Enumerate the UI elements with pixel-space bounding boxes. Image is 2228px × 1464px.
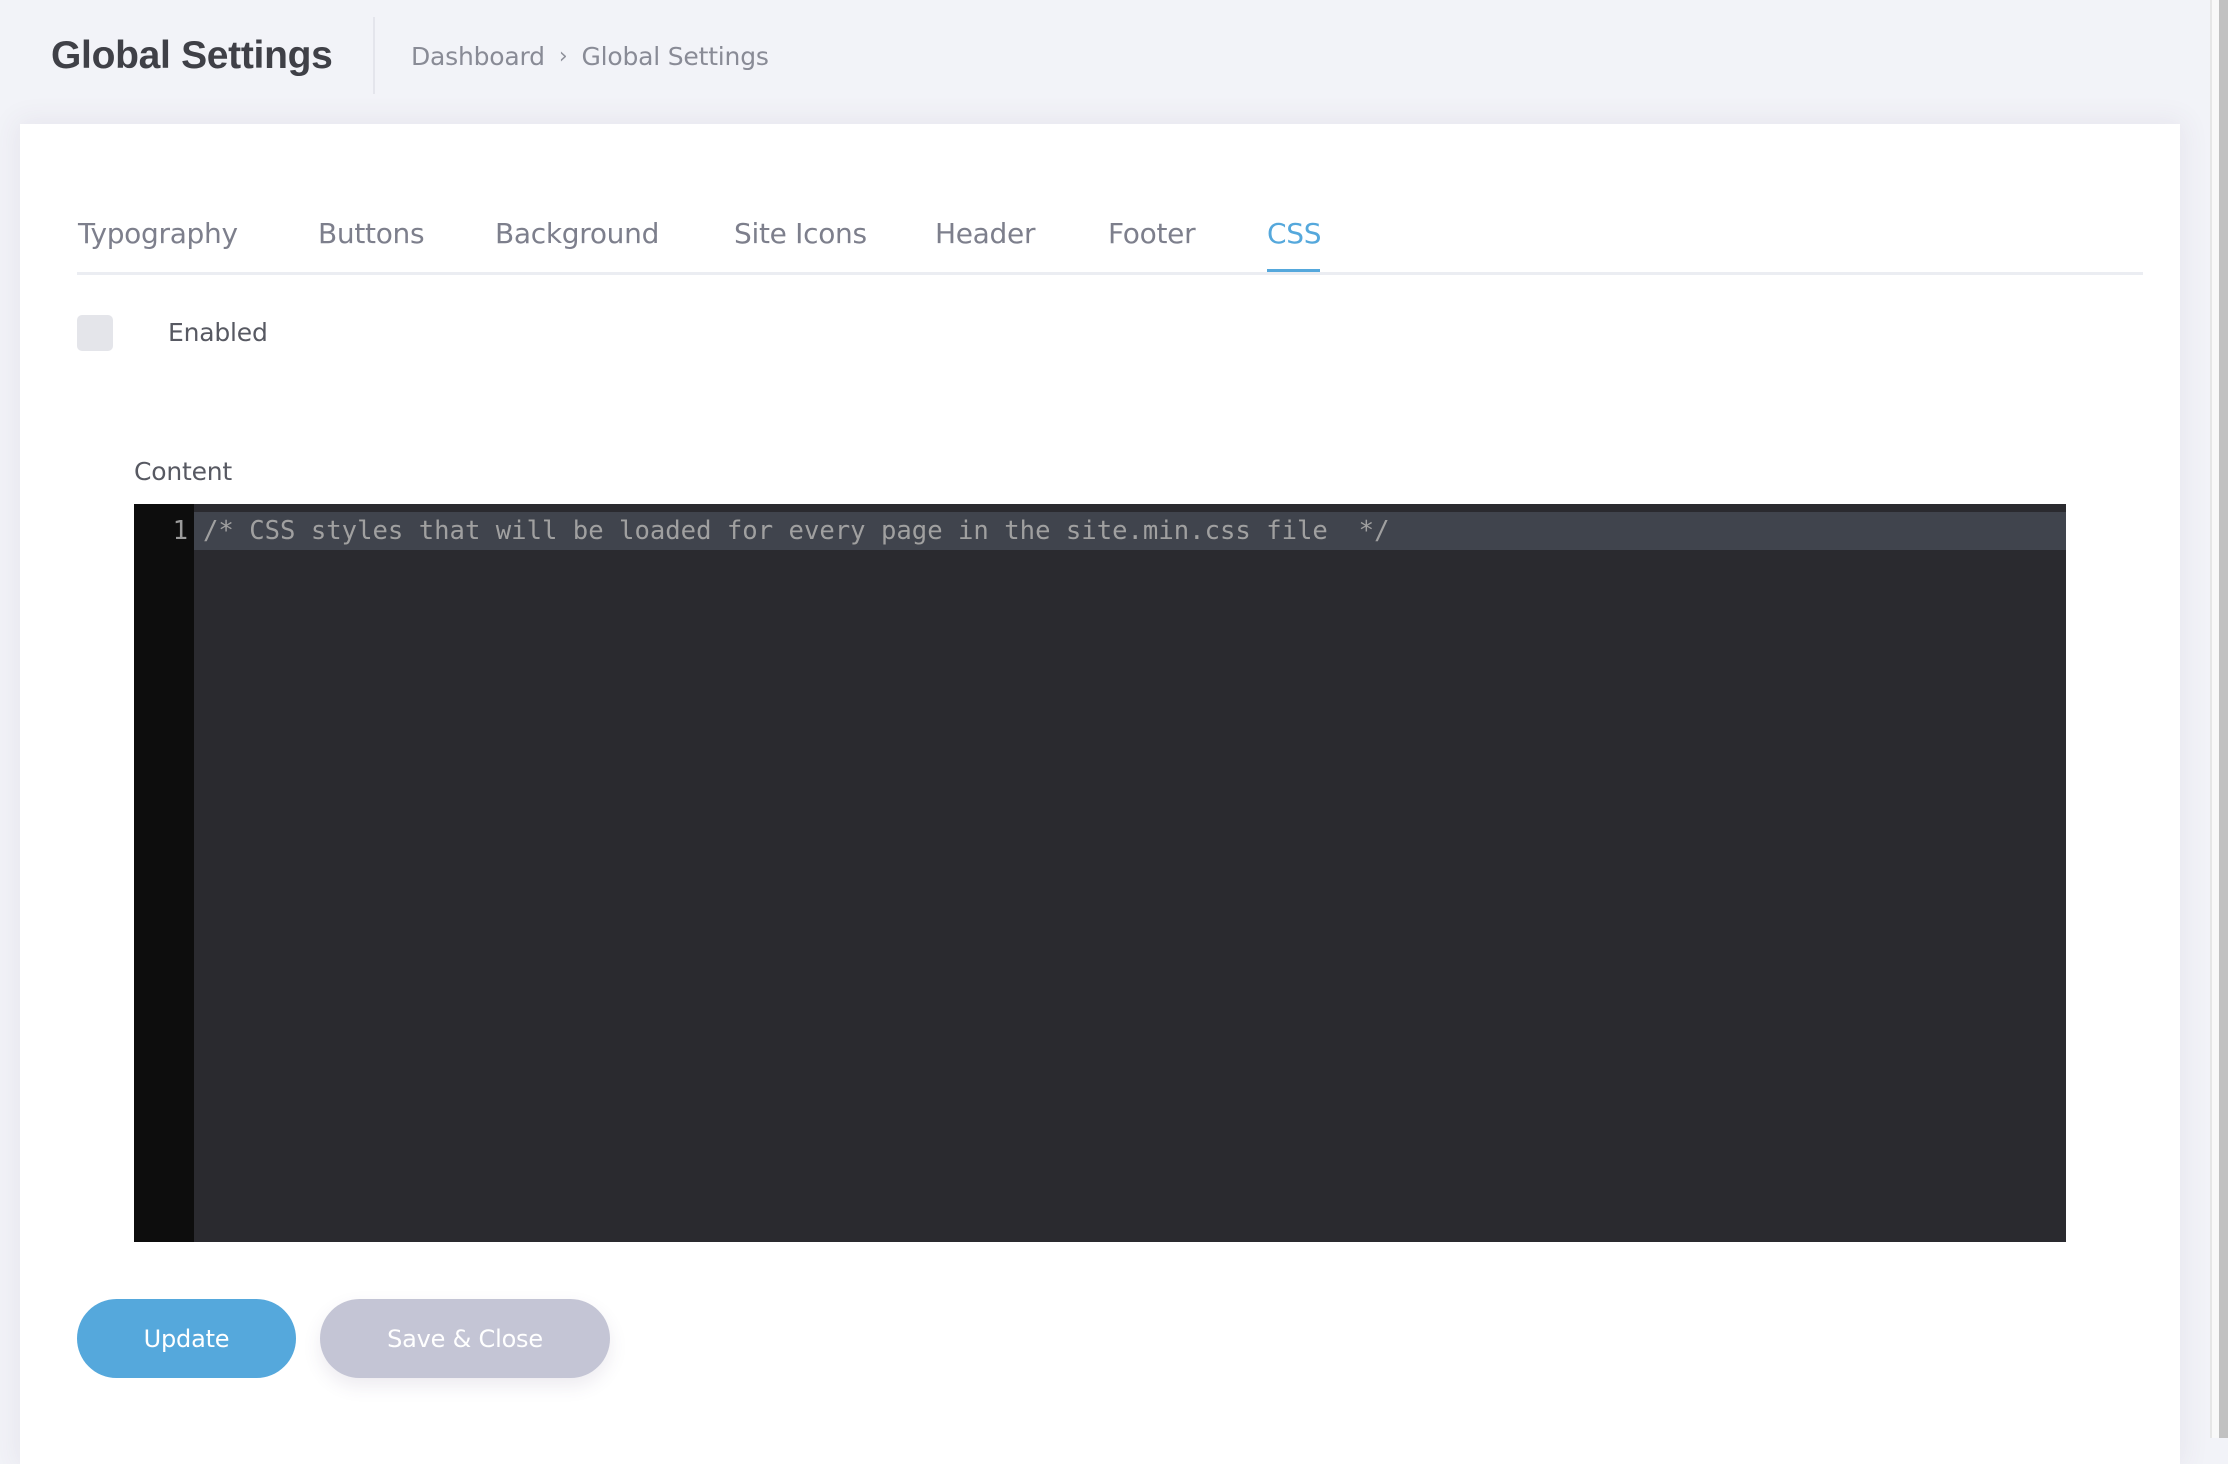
update-button[interactable]: Update [77, 1299, 296, 1378]
tab-footer[interactable]: Footer [1108, 214, 1196, 254]
page-scrollbar[interactable] [2210, 0, 2228, 1438]
tab-background[interactable]: Background [495, 214, 659, 254]
enabled-checkbox[interactable] [77, 315, 113, 351]
breadcrumb: Dashboard › Global Settings [411, 38, 769, 74]
tab-buttons[interactable]: Buttons [318, 214, 425, 254]
content-label: Content [134, 457, 233, 486]
chevron-right-icon: › [558, 43, 568, 69]
enabled-label: Enabled [168, 318, 268, 347]
title-divider [373, 17, 375, 94]
tab-site-icons[interactable]: Site Icons [734, 214, 867, 254]
line-number: 1 [172, 516, 188, 546]
editor-gutter: 1 [134, 504, 194, 1242]
tab-css[interactable]: CSS [1267, 214, 1322, 254]
scrollbar-thumb[interactable] [2219, 0, 2228, 1438]
css-code-editor[interactable]: 1 /* CSS styles that will be loaded for … [134, 504, 2066, 1242]
settings-card: Typography Buttons Background Site Icons… [20, 124, 2180, 1464]
active-tab-indicator [1267, 269, 1320, 272]
breadcrumb-dashboard[interactable]: Dashboard [411, 42, 545, 71]
breadcrumb-global-settings[interactable]: Global Settings [581, 42, 768, 71]
code-line[interactable]: /* CSS styles that will be loaded for ev… [203, 512, 1389, 550]
tab-header[interactable]: Header [935, 214, 1035, 254]
save-close-button[interactable]: Save & Close [320, 1299, 610, 1378]
tab-typography[interactable]: Typography [78, 214, 238, 254]
page-title: Global Settings [51, 34, 333, 77]
tab-bar: Typography Buttons Background Site Icons… [77, 194, 2143, 275]
